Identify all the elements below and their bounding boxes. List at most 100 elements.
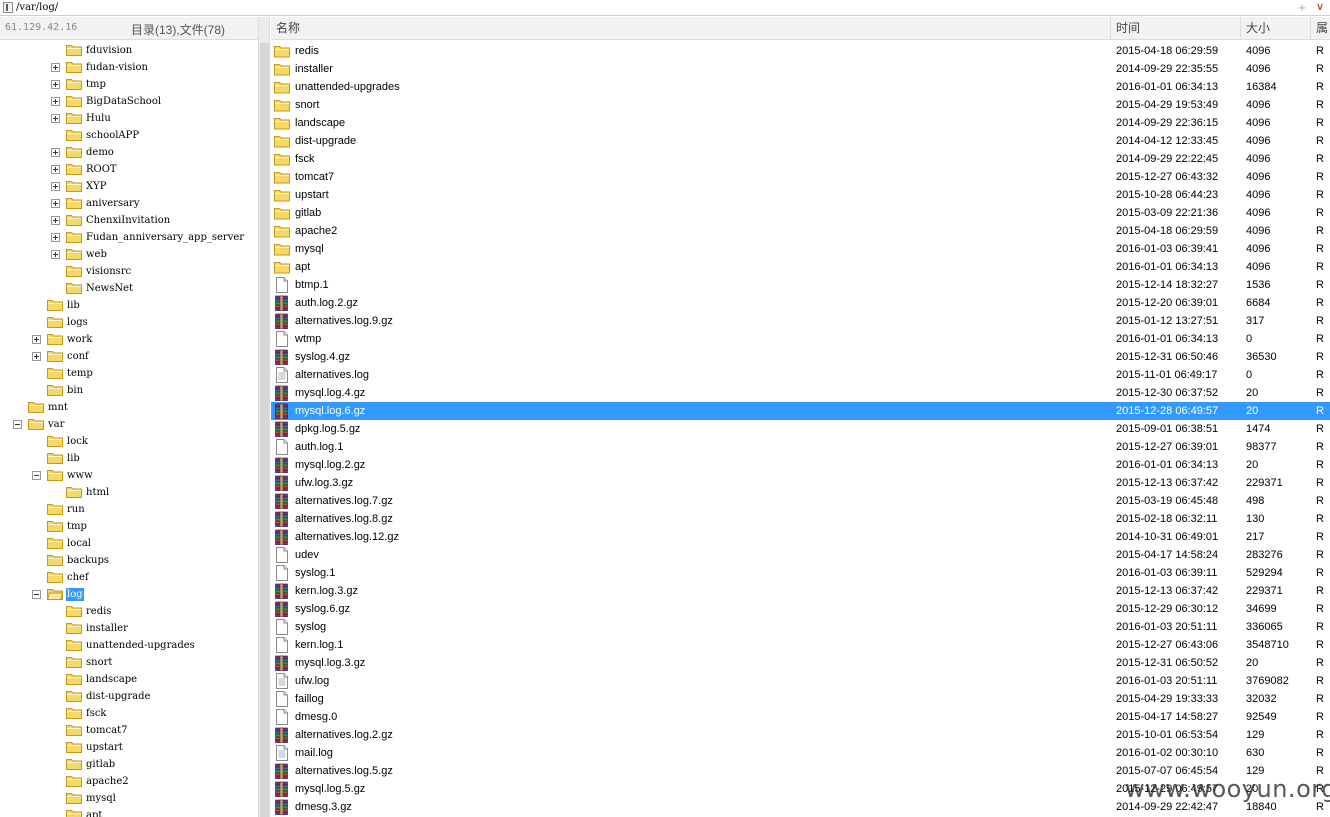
tree-item[interactable]: fudan-vision <box>0 59 258 76</box>
expand-toggle-icon[interactable] <box>51 165 60 174</box>
file-row[interactable]: dpkg.log.5.gz 2015-09-01 06:38:51 1474 R <box>271 420 1330 438</box>
tree-item[interactable]: XYP <box>0 178 258 195</box>
tree-item[interactable]: gitlab <box>0 756 258 773</box>
expand-toggle-icon[interactable] <box>51 250 60 259</box>
tree-item[interactable]: dist-upgrade <box>0 688 258 705</box>
collapse-toggle-icon[interactable] <box>32 471 41 480</box>
file-row[interactable]: mysql 2016-01-03 06:39:41 4096 R <box>271 240 1330 258</box>
file-row[interactable]: dmesg.0 2015-04-17 14:58:27 92549 R <box>271 708 1330 726</box>
tree-item[interactable]: Fudan_anniversary_app_server <box>0 229 258 246</box>
tree-item[interactable]: landscape <box>0 671 258 688</box>
file-row[interactable]: ufw.log 2016-01-03 20:51:11 3769082 R <box>271 672 1330 690</box>
file-row[interactable]: landscape 2014-09-29 22:36:15 4096 R <box>271 114 1330 132</box>
file-row[interactable]: mysql.log.4.gz 2015-12-30 06:37:52 20 R <box>271 384 1330 402</box>
expand-toggle-icon[interactable] <box>51 216 60 225</box>
file-row[interactable]: tomcat7 2015-12-27 06:43:32 4096 R <box>271 168 1330 186</box>
column-name[interactable]: 名称 <box>271 17 1111 40</box>
tree-item[interactable]: apt <box>0 807 258 817</box>
expand-toggle-icon[interactable] <box>51 63 60 72</box>
file-row[interactable]: auth.log.2.gz 2015-12-20 06:39:01 6684 R <box>271 294 1330 312</box>
file-row[interactable]: auth.log.1 2015-12-27 06:39:01 98377 R <box>271 438 1330 456</box>
file-row[interactable]: kern.log.1 2015-12-27 06:43:06 3548710 R <box>271 636 1330 654</box>
column-size[interactable]: 大小 <box>1241 17 1311 40</box>
tree-item[interactable]: bin <box>0 382 258 399</box>
file-row[interactable]: syslog.6.gz 2015-12-29 06:30:12 34699 R <box>271 600 1330 618</box>
file-row[interactable]: upstart 2015-10-28 06:44:23 4096 R <box>271 186 1330 204</box>
file-row[interactable]: apt 2016-01-01 06:34:13 4096 R <box>271 258 1330 276</box>
tree-item[interactable]: run <box>0 501 258 518</box>
file-row[interactable]: alternatives.log.2.gz 2015-10-01 06:53:54… <box>271 726 1330 744</box>
tree-item[interactable]: NewsNet <box>0 280 258 297</box>
file-row[interactable]: wtmp 2016-01-01 06:34:13 0 R <box>271 330 1330 348</box>
collapse-toggle-icon[interactable] <box>32 590 41 599</box>
tree-item[interactable]: BigDataSchool <box>0 93 258 110</box>
file-row[interactable]: syslog 2016-01-03 20:51:11 336065 R <box>271 618 1330 636</box>
tree-scrollbar[interactable] <box>258 17 270 817</box>
file-row[interactable]: syslog.4.gz 2015-12-31 06:50:46 36530 R <box>271 348 1330 366</box>
address-path[interactable]: /var/log/ <box>16 1 58 14</box>
collapse-toggle-icon[interactable] <box>13 420 22 429</box>
tree-item[interactable]: www <box>0 467 258 484</box>
expand-toggle-icon[interactable] <box>51 233 60 242</box>
column-attr[interactable]: 属 <box>1311 17 1330 40</box>
file-row[interactable]: unattended-upgrades 2016-01-01 06:34:13 16… <box>271 78 1330 96</box>
tree-item[interactable]: upstart <box>0 739 258 756</box>
file-row[interactable]: dist-upgrade 2014-04-12 12:33:45 4096 R <box>271 132 1330 150</box>
tree-item[interactable]: backups <box>0 552 258 569</box>
file-row[interactable]: ufw.log.3.gz 2015-12-13 06:37:42 229371 R <box>271 474 1330 492</box>
file-row[interactable]: alternatives.log.7.gz 2015-03-19 06:45:48… <box>271 492 1330 510</box>
file-row[interactable]: faillog 2015-04-29 19:33:33 32032 R <box>271 690 1330 708</box>
file-row[interactable]: kern.log.3.gz 2015-12-13 06:37:42 229371 R <box>271 582 1330 600</box>
file-row[interactable]: btmp.1 2015-12-14 18:32:27 1536 R <box>271 276 1330 294</box>
file-row[interactable]: mail.log 2016-01-02 00:30:10 630 R <box>271 744 1330 762</box>
tree-item[interactable]: lock <box>0 433 258 450</box>
tree-item[interactable]: tomcat7 <box>0 722 258 739</box>
expand-toggle-icon[interactable] <box>51 199 60 208</box>
file-row[interactable]: alternatives.log.12.gz 2014-10-31 06:49:0… <box>271 528 1330 546</box>
file-row[interactable]: mysql.log.3.gz 2015-12-31 06:50:52 20 R <box>271 654 1330 672</box>
file-row[interactable]: alternatives.log.8.gz 2015-02-18 06:32:11… <box>271 510 1330 528</box>
expand-toggle-icon[interactable] <box>32 352 41 361</box>
tree-item[interactable]: demo <box>0 144 258 161</box>
tree-item[interactable]: lib <box>0 450 258 467</box>
scrollbar-thumb[interactable] <box>260 43 269 817</box>
file-row[interactable]: snort 2015-04-29 19:53:49 4096 R <box>271 96 1330 114</box>
expand-toggle-icon[interactable] <box>51 114 60 123</box>
tree-item[interactable]: log <box>0 586 258 603</box>
expand-toggle-icon[interactable] <box>51 97 60 106</box>
tree-item[interactable]: temp <box>0 365 258 382</box>
file-row[interactable]: syslog.1 2016-01-03 06:39:11 529294 R <box>271 564 1330 582</box>
chevron-down-icon[interactable]: ∨ <box>1313 0 1327 15</box>
tree-item[interactable]: redis <box>0 603 258 620</box>
expand-toggle-icon[interactable] <box>32 335 41 344</box>
tree-item[interactable]: web <box>0 246 258 263</box>
file-row[interactable]: alternatives.log 2015-11-01 06:49:17 0 R <box>271 366 1330 384</box>
file-row[interactable]: gitlab 2015-03-09 22:21:36 4096 R <box>271 204 1330 222</box>
tree-item[interactable]: fduvision <box>0 42 258 59</box>
tree-item[interactable]: chef <box>0 569 258 586</box>
file-row[interactable]: installer 2014-09-29 22:35:55 4096 R <box>271 60 1330 78</box>
tree-item[interactable]: tmp <box>0 76 258 93</box>
tree-item[interactable]: var <box>0 416 258 433</box>
tree-item[interactable]: html <box>0 484 258 501</box>
tree-item[interactable]: schoolAPP <box>0 127 258 144</box>
tree-item[interactable]: installer <box>0 620 258 637</box>
add-tab-icon[interactable]: + <box>1296 0 1308 15</box>
tree-item[interactable]: snort <box>0 654 258 671</box>
tree-item[interactable]: work <box>0 331 258 348</box>
tree-item[interactable]: conf <box>0 348 258 365</box>
tree-item[interactable]: visionsrc <box>0 263 258 280</box>
expand-toggle-icon[interactable] <box>51 182 60 191</box>
tree-item[interactable]: local <box>0 535 258 552</box>
tree-item[interactable]: Hulu <box>0 110 258 127</box>
expand-toggle-icon[interactable] <box>51 148 60 157</box>
tree-item[interactable]: logs <box>0 314 258 331</box>
tree-item[interactable]: tmp <box>0 518 258 535</box>
tree-item[interactable]: mysql <box>0 790 258 807</box>
file-row[interactable]: fsck 2014-09-29 22:22:45 4096 R <box>271 150 1330 168</box>
tree-item[interactable]: unattended-upgrades <box>0 637 258 654</box>
tree-item[interactable]: apache2 <box>0 773 258 790</box>
column-time[interactable]: 时间 <box>1111 17 1241 40</box>
file-row[interactable]: alternatives.log.9.gz 2015-01-12 13:27:51… <box>271 312 1330 330</box>
tree-item[interactable]: lib <box>0 297 258 314</box>
